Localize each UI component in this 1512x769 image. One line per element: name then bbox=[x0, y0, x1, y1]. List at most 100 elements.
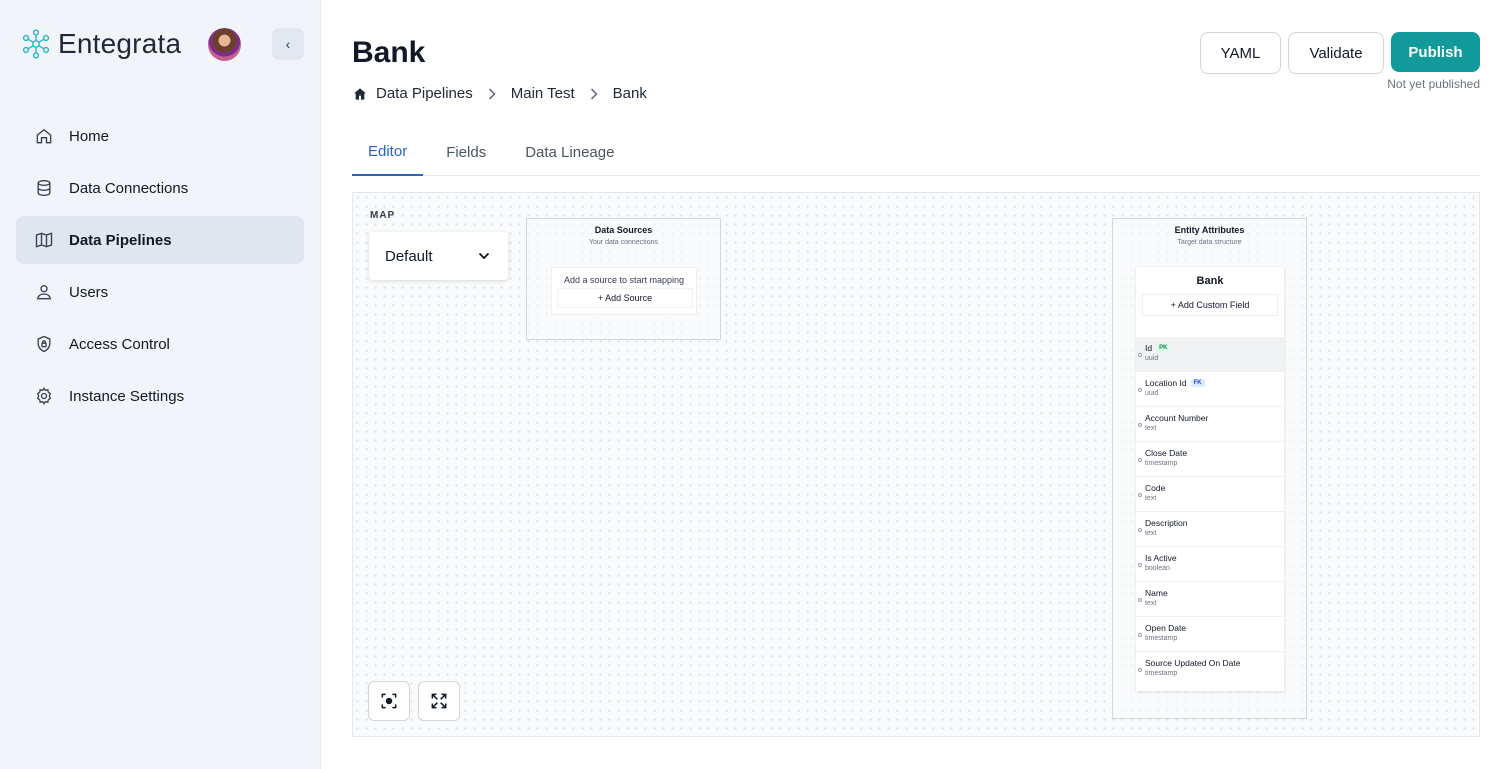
data-sources-title: Data Sources bbox=[594, 225, 653, 235]
field-type: text bbox=[1145, 600, 1157, 607]
entity-name: Bank bbox=[1196, 275, 1224, 287]
tab-data-lineage[interactable]: Data Lineage bbox=[509, 128, 630, 176]
fullscreen-icon bbox=[431, 693, 447, 709]
entity-attributes-panel: Entity Attributes Target data structure … bbox=[1112, 218, 1307, 719]
chevron-down-icon bbox=[478, 252, 490, 260]
field-name: Is Active bbox=[1145, 553, 1177, 563]
field-row[interactable]: Account Number text bbox=[1136, 407, 1284, 442]
sidebar-item-home[interactable]: Home bbox=[16, 112, 304, 160]
yaml-button[interactable]: YAML bbox=[1200, 32, 1281, 74]
field-row[interactable]: Open Date timestamp bbox=[1136, 617, 1284, 652]
field-type: boolean bbox=[1145, 565, 1170, 572]
field-name: Open Date bbox=[1145, 623, 1187, 633]
field-row[interactable]: Id PK uuid bbox=[1136, 337, 1284, 372]
gear-icon bbox=[36, 387, 52, 405]
add-custom-field-button[interactable]: + Add Custom Field bbox=[1142, 294, 1278, 316]
chevron-right-icon bbox=[589, 87, 599, 101]
entity-card: Bank + Add Custom Field Id PK uuid Locati… bbox=[1136, 267, 1284, 691]
sidebar-item-label: Data Connections bbox=[69, 179, 189, 197]
field-name: Description bbox=[1145, 518, 1188, 528]
data-sources-subtitle: Your data connections bbox=[588, 239, 658, 246]
sidebar-item-data-connections[interactable]: Data Connections bbox=[16, 164, 304, 212]
entity-attributes-subtitle: Target data structure bbox=[1177, 239, 1242, 246]
data-sources-panel: Data Sources Your data connections Add a… bbox=[526, 218, 721, 340]
field-name: Account Number bbox=[1145, 413, 1209, 423]
connection-handle[interactable] bbox=[1138, 388, 1142, 392]
brand[interactable]: Entegrata bbox=[20, 28, 181, 60]
connection-handle[interactable] bbox=[1138, 528, 1142, 532]
map-select[interactable]: Default bbox=[369, 232, 508, 280]
connection-handle[interactable] bbox=[1138, 563, 1142, 567]
field-type: timestamp bbox=[1145, 670, 1178, 677]
entity-attributes-title: Entity Attributes bbox=[1174, 225, 1245, 235]
field-name: Close Date bbox=[1145, 448, 1188, 458]
collapse-sidebar-button[interactable]: ‹ bbox=[272, 28, 304, 60]
publish-button[interactable]: Publish bbox=[1391, 32, 1480, 72]
chevron-left-icon: ‹ bbox=[285, 36, 291, 52]
map-icon bbox=[35, 232, 53, 248]
page-title: Bank bbox=[352, 36, 426, 69]
home-breadcrumb-icon[interactable] bbox=[352, 86, 368, 102]
shield-icon bbox=[37, 335, 51, 353]
chevron-right-icon bbox=[487, 87, 497, 101]
tab-editor[interactable]: Editor bbox=[352, 128, 424, 176]
sidebar-item-label: Access Control bbox=[69, 335, 170, 353]
field-type: text bbox=[1145, 530, 1157, 537]
connection-handle[interactable] bbox=[1138, 353, 1142, 357]
tab-fields[interactable]: Fields bbox=[430, 128, 502, 176]
database-icon bbox=[37, 180, 51, 197]
field-row[interactable]: Name text bbox=[1136, 582, 1284, 617]
fullscreen-button[interactable] bbox=[418, 681, 460, 721]
connection-handle[interactable] bbox=[1138, 423, 1142, 427]
field-type: text bbox=[1145, 425, 1157, 432]
field-name: Location Id bbox=[1145, 378, 1187, 388]
mapping-canvas[interactable]: MAP Default Data Sources Your data conne… bbox=[352, 192, 1480, 737]
field-name: Name bbox=[1145, 588, 1168, 598]
avatar[interactable] bbox=[208, 28, 241, 61]
connection-handle[interactable] bbox=[1138, 598, 1142, 602]
field-list: Id PK uuid Location Id FK uuid Account Num… bbox=[1136, 337, 1284, 687]
breadcrumb-bank: Bank bbox=[612, 85, 647, 102]
field-row[interactable]: Source Updated On Date timestamp bbox=[1136, 652, 1284, 687]
sidebar-item-users[interactable]: Users bbox=[16, 268, 304, 316]
field-type: timestamp bbox=[1145, 460, 1178, 467]
field-row[interactable]: Close Date timestamp bbox=[1136, 442, 1284, 477]
brand-name: Entegrata bbox=[58, 28, 182, 59]
connection-handle[interactable] bbox=[1138, 668, 1142, 672]
sidebar-item-label: Instance Settings bbox=[69, 387, 185, 405]
sidebar-item-label: Data Pipelines bbox=[69, 231, 172, 249]
connection-handle[interactable] bbox=[1138, 458, 1142, 462]
field-row[interactable]: Location Id FK uuid bbox=[1136, 372, 1284, 407]
tab-bar: Editor Fields Data Lineage bbox=[352, 128, 1480, 176]
user-icon bbox=[36, 285, 52, 300]
map-select-value: Default bbox=[385, 247, 433, 265]
publish-status: Not yet published bbox=[1387, 77, 1480, 91]
field-type: text bbox=[1145, 495, 1157, 502]
field-row[interactable]: Code text bbox=[1136, 477, 1284, 512]
validate-button[interactable]: Validate bbox=[1288, 32, 1384, 74]
fk-badge: FK bbox=[1190, 379, 1205, 387]
field-row[interactable]: Is Active boolean bbox=[1136, 547, 1284, 582]
field-row[interactable]: Description text bbox=[1136, 512, 1284, 547]
sidebar-item-instance-settings[interactable]: Instance Settings bbox=[16, 372, 304, 420]
field-type: uuid bbox=[1145, 355, 1159, 362]
sidebar-item-label: Home bbox=[69, 127, 110, 145]
data-sources-hint: Add a source to start mapping bbox=[563, 275, 685, 285]
field-type: timestamp bbox=[1145, 635, 1178, 642]
focus-view-button[interactable] bbox=[368, 681, 410, 721]
entegrata-logo-icon bbox=[22, 29, 50, 59]
connection-handle[interactable] bbox=[1138, 493, 1142, 497]
breadcrumb-data-pipelines[interactable]: Data Pipelines bbox=[376, 85, 473, 102]
sidebar-item-data-pipelines[interactable]: Data Pipelines bbox=[16, 216, 304, 264]
pk-badge: PK bbox=[1156, 344, 1171, 352]
field-name: Code bbox=[1145, 483, 1166, 493]
sidebar-item-access-control[interactable]: Access Control bbox=[16, 320, 304, 368]
breadcrumb-main-test[interactable]: Main Test bbox=[511, 85, 575, 102]
home-icon bbox=[36, 128, 52, 144]
add-source-button[interactable]: + Add Source bbox=[557, 288, 693, 308]
connection-handle[interactable] bbox=[1138, 633, 1142, 637]
field-name: Id bbox=[1145, 343, 1153, 353]
field-name: Source Updated On Date bbox=[1145, 658, 1241, 668]
sidebar-item-label: Users bbox=[69, 283, 109, 301]
breadcrumb: Data Pipelines Main Test Bank bbox=[352, 85, 647, 102]
